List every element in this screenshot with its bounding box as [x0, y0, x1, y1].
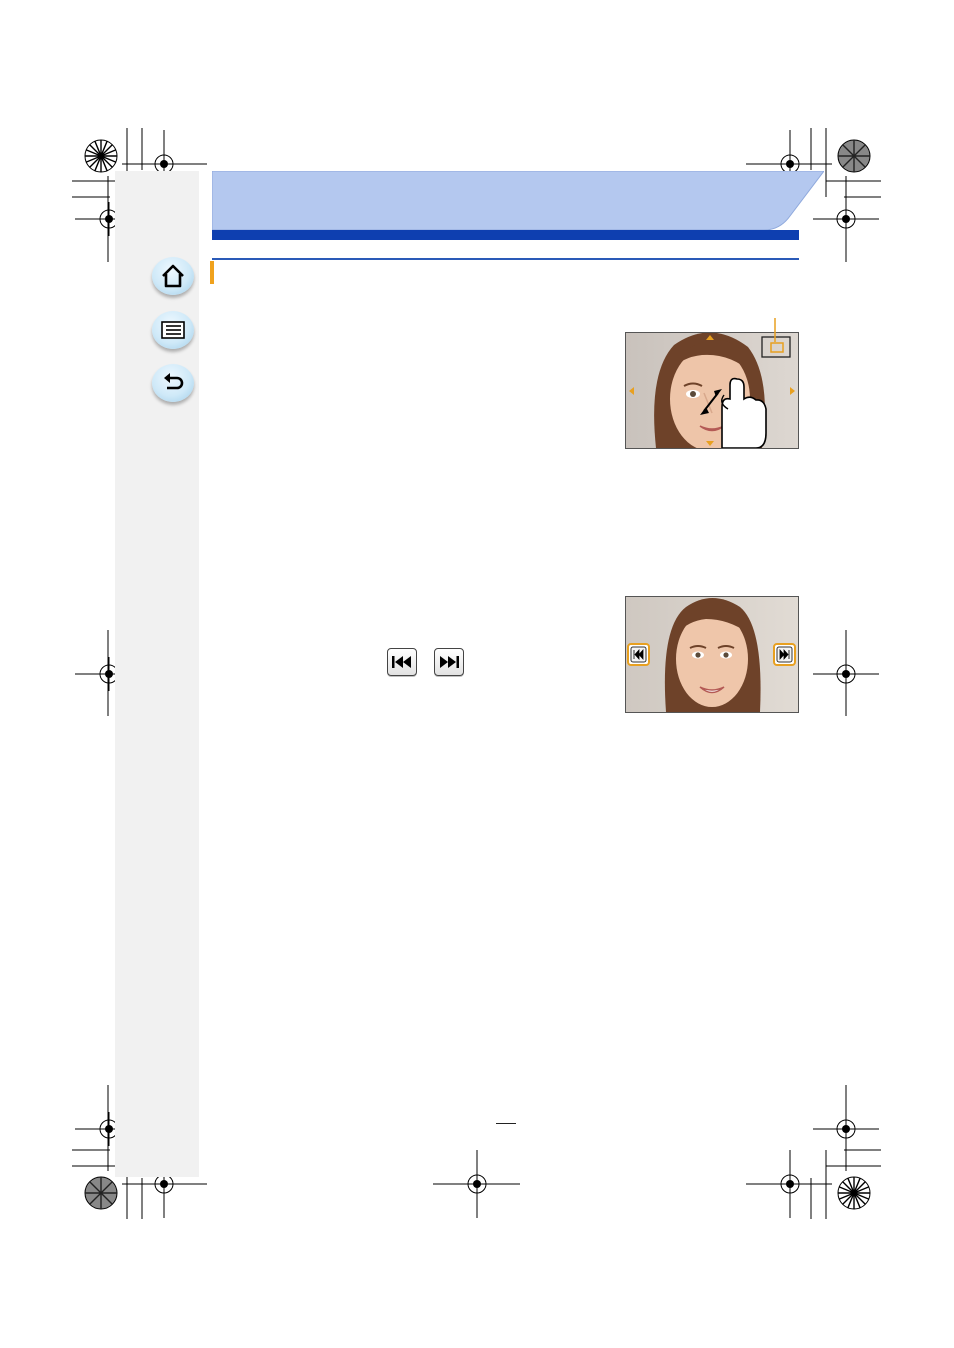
page-number-rule [496, 1123, 516, 1124]
skip-next-icon [440, 656, 459, 668]
previous-picture-button[interactable] [387, 648, 417, 676]
zoom-playback-figure [625, 332, 799, 449]
home-button[interactable] [152, 257, 194, 295]
back-button[interactable] [152, 364, 194, 402]
callout-leader-line [774, 318, 776, 342]
chapter-header-band [212, 171, 824, 230]
menu-list-icon [161, 321, 185, 339]
next-picture-button[interactable] [434, 648, 464, 676]
chapter-header-bar [212, 230, 799, 240]
skip-previous-icon [392, 656, 411, 668]
return-icon [164, 373, 184, 390]
starburst-mark-icon [837, 139, 871, 173]
skip-playback-figure [625, 596, 799, 713]
section-rule [212, 258, 799, 260]
menu-button[interactable] [152, 311, 194, 349]
starburst-mark-icon [837, 1176, 871, 1210]
section-marker [210, 261, 214, 284]
home-icon [162, 264, 184, 288]
